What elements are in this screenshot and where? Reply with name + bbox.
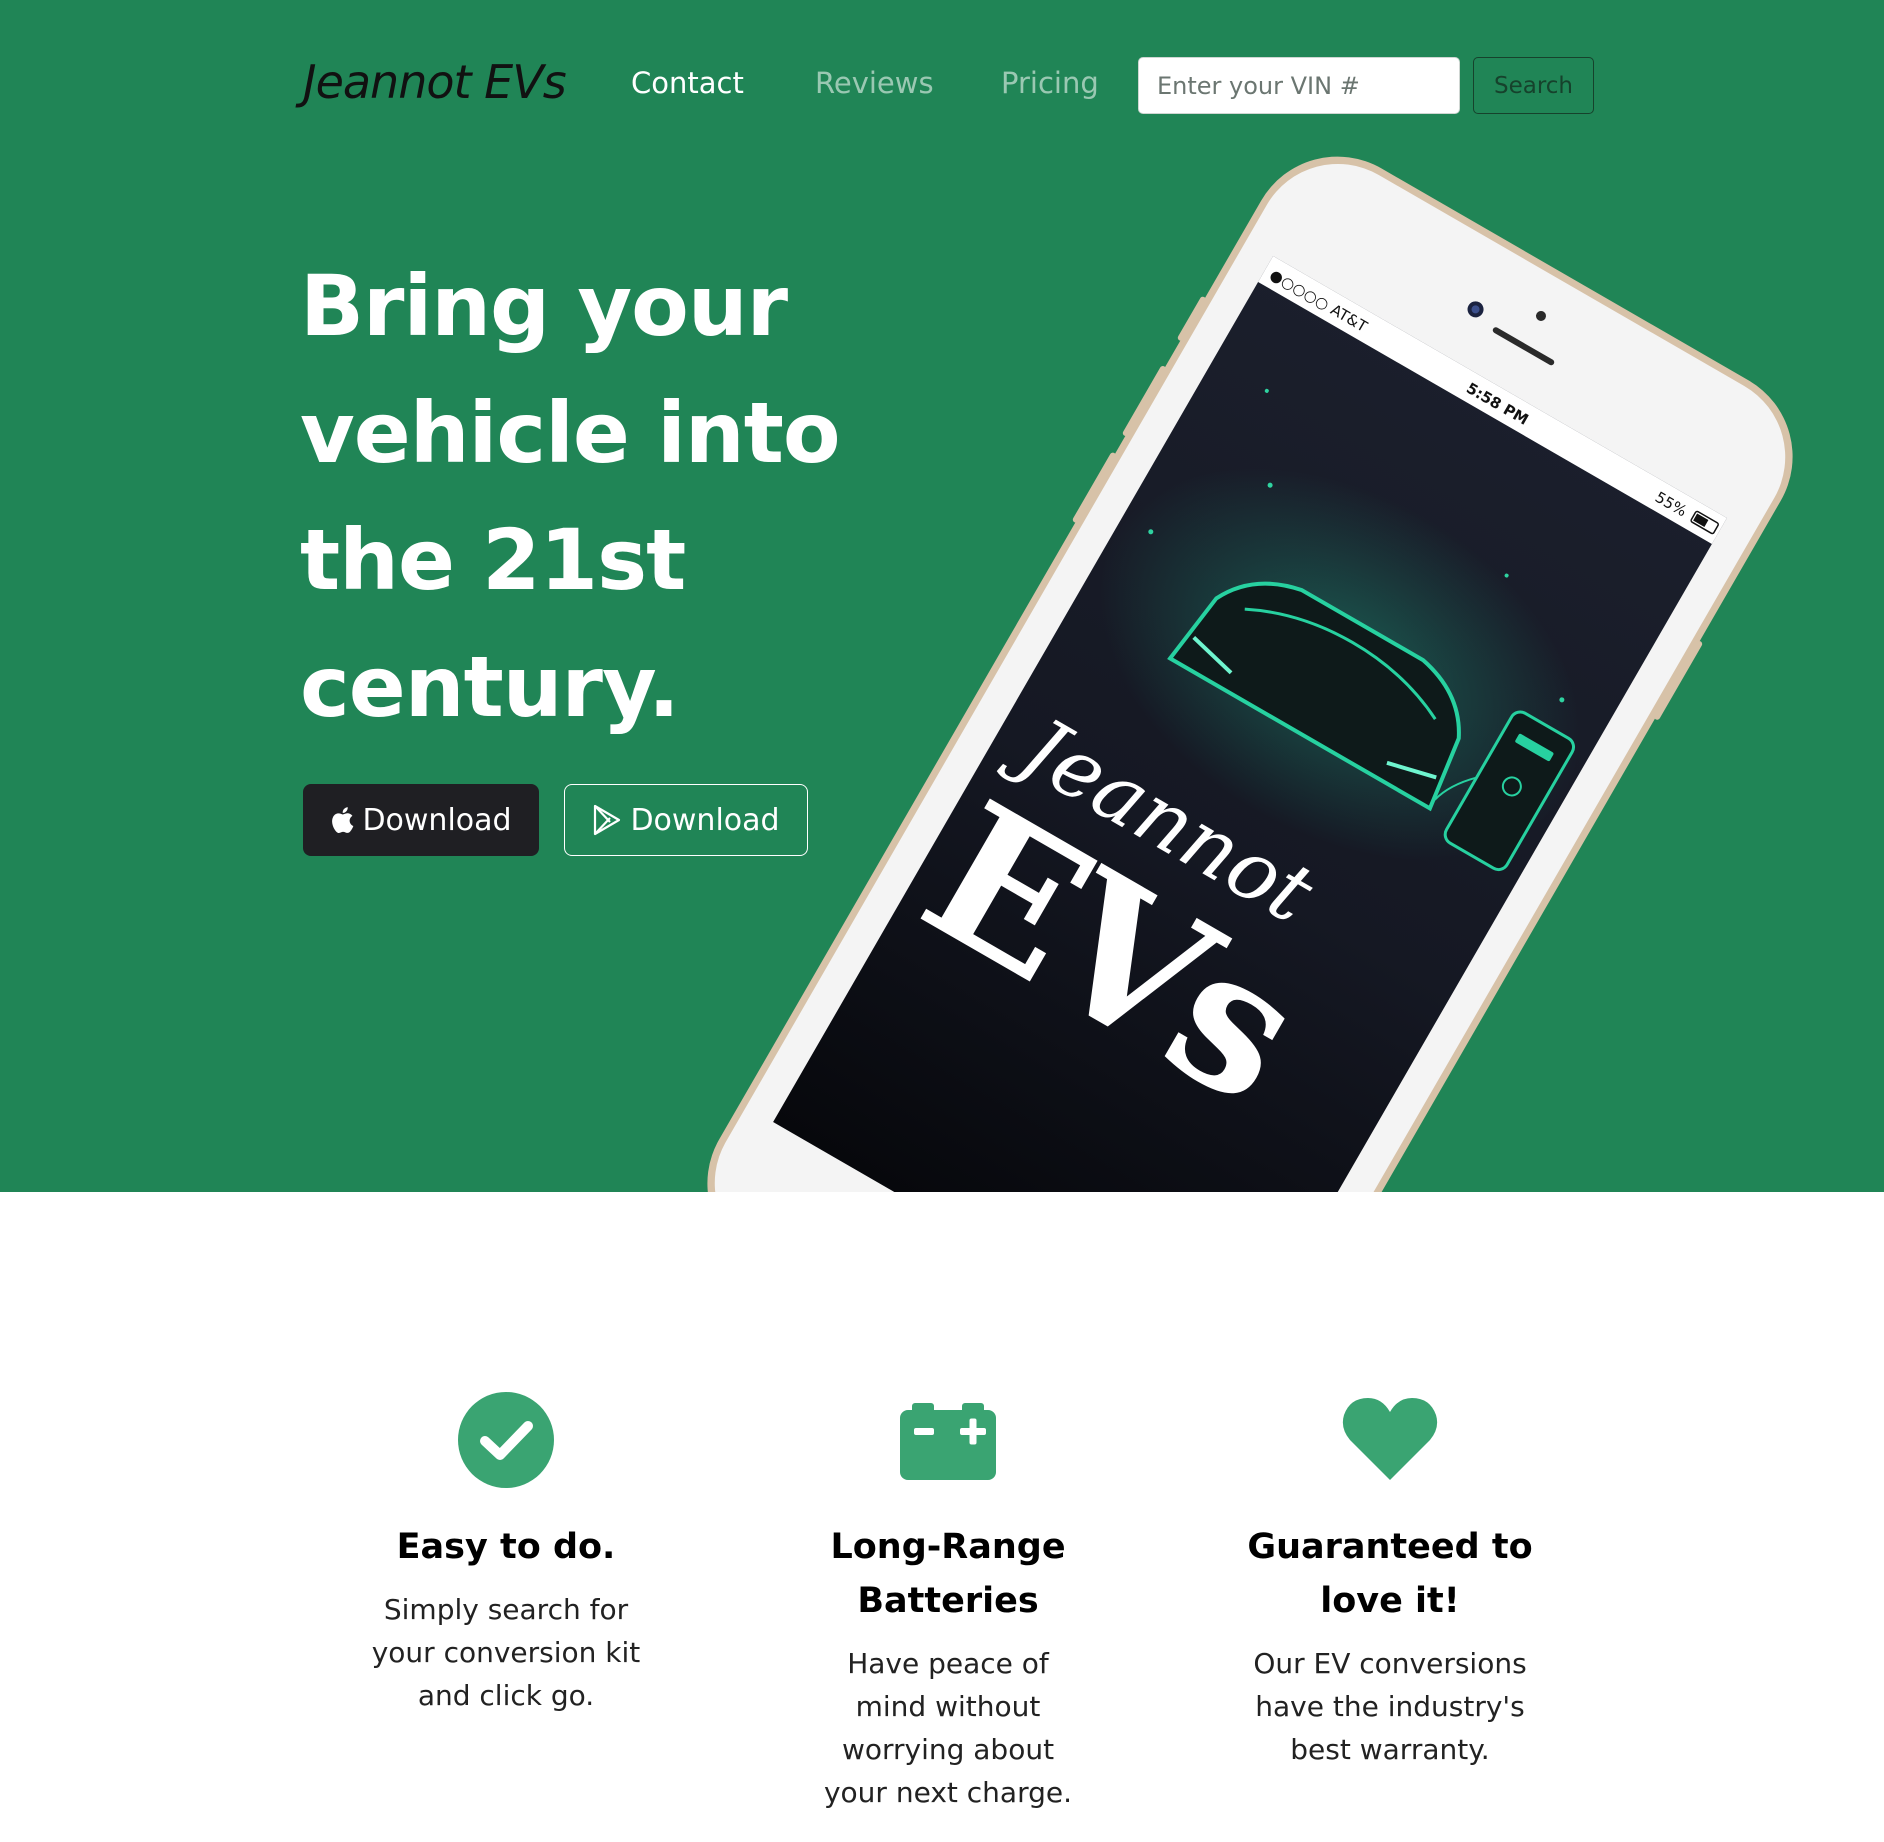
brand-logo[interactable]: Jeannot EVs	[303, 55, 567, 109]
nav-link-contact[interactable]: Contact	[631, 66, 744, 100]
feature-title: Long-Range Batteries	[830, 1527, 1066, 1621]
phone-carrier: ●○○○○ AT&T	[1267, 266, 1371, 337]
feature-text: Simply search for your conversion kit an…	[371, 1593, 641, 1712]
google-play-download-button[interactable]: Download	[564, 784, 808, 856]
phone-battery-percent: 55%	[1652, 488, 1690, 520]
vin-search-input[interactable]	[1138, 57, 1460, 114]
check-circle-icon	[458, 1392, 554, 1488]
feature-batteries: Long-Range Batteries Have peace of mind …	[788, 1390, 1108, 1814]
app-store-download-label: Download	[362, 802, 512, 838]
hero-section: Jeannot EVs Contact Reviews Pricing Sear…	[0, 0, 1884, 1192]
search-button[interactable]: Search	[1473, 57, 1594, 114]
feature-text: Our EV conversions have the industry's b…	[1253, 1647, 1527, 1766]
feature-title: Easy to do.	[396, 1527, 616, 1567]
feature-title: Guaranteed to love it!	[1247, 1527, 1533, 1621]
google-play-download-label: Download	[630, 802, 780, 838]
phone-logo-main: EVs	[890, 760, 1332, 1144]
nav-link-reviews[interactable]: Reviews	[815, 66, 934, 100]
nav-link-pricing[interactable]: Pricing	[1001, 66, 1099, 100]
phone-time: 5:58 PM	[1463, 379, 1531, 429]
feature-guarantee: Guaranteed to love it! Our EV conversion…	[1230, 1390, 1550, 1771]
battery-icon	[900, 1403, 996, 1480]
feature-easy: Easy to do. Simply search for your conve…	[346, 1390, 666, 1717]
heart-icon	[1342, 1398, 1438, 1480]
google-play-icon	[592, 804, 622, 836]
app-store-download-button[interactable]: Download	[303, 784, 539, 856]
phone-logo-script: Jeannot	[994, 694, 1330, 943]
phone-mockup: ●○○○○ AT&T 5:58 PM 55% Jeannot EVs	[0, 0, 1884, 1192]
apple-icon	[330, 806, 354, 834]
feature-text: Have peace of mind without worrying abou…	[823, 1647, 1072, 1809]
hero-headline: Bring your vehicle into the 21st century…	[300, 257, 841, 736]
